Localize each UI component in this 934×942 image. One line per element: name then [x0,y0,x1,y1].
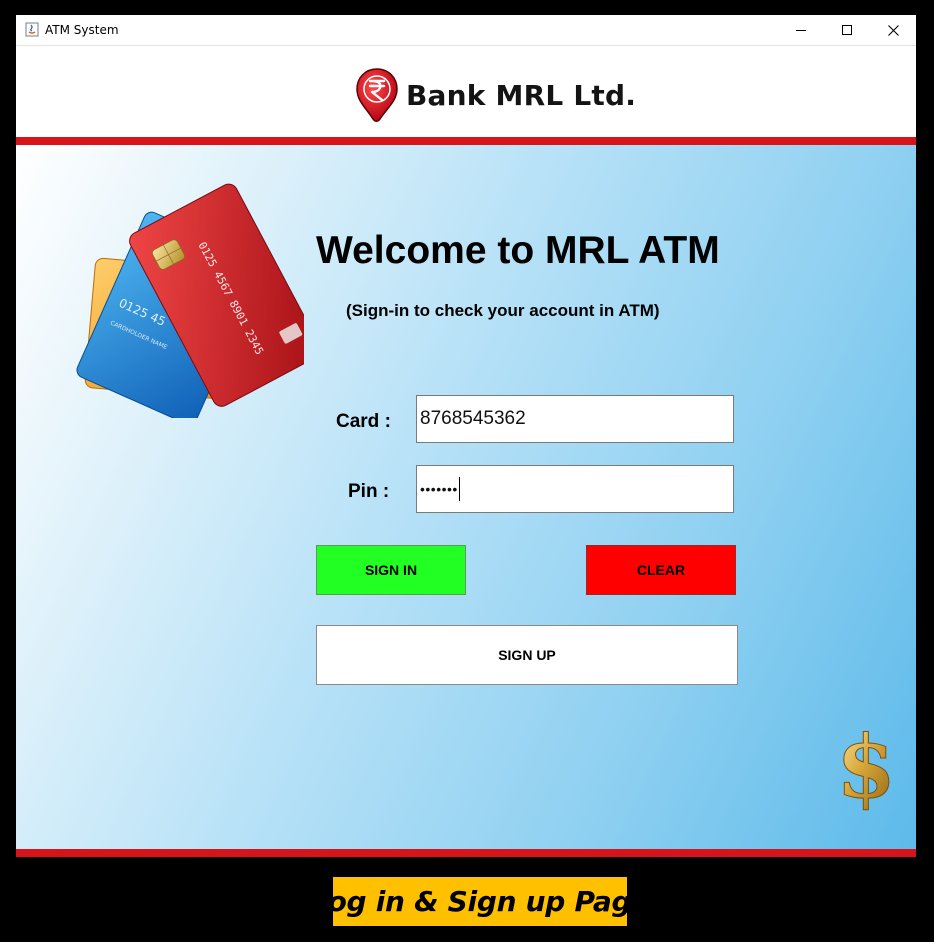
card-label: Card : [336,411,391,432]
login-panel: 0125 4 CARDHOLDER NAME 0125 45 CARDHOLDE… [16,145,916,849]
sign-in-button[interactable]: SIGN IN [316,545,466,595]
card-number-value: 8768545362 [420,408,526,429]
pin-masked-value: ••••••• [420,481,458,497]
minimize-icon [796,30,806,31]
rupee-logo-icon [356,68,398,122]
java-app-icon [25,22,39,37]
maximize-button[interactable] [824,15,870,45]
sign-up-button[interactable]: SIGN UP [316,625,738,685]
title-bar[interactable]: ATM System [16,15,916,46]
bank-header: Bank MRL Ltd. [16,46,916,137]
page-caption: Log in & Sign up Page [310,877,650,926]
close-button[interactable] [870,15,916,45]
text-caret [458,477,460,501]
header-divider [16,137,916,151]
close-icon [887,24,899,36]
welcome-subtitle: (Sign-in to check your account in ATM) [346,301,660,320]
welcome-heading: Welcome to MRL ATM [316,229,720,272]
atm-window: ATM System Bank MRL Ltd. 0125 45 CARDHOL… [16,15,916,857]
clear-button[interactable]: CLEAR [586,545,736,595]
pin-label: Pin : [348,481,390,502]
pin-password-input[interactable]: ••••••• [416,465,734,513]
window-title: ATM System [45,23,119,37]
dollar-sign-icon: $ [842,723,890,813]
minimize-button[interactable] [778,15,824,45]
credit-cards-illustration: 0125 4 CARDHOLDER NAME 0125 45 CARDHOLDE… [76,183,304,418]
svg-text:$: $ [842,723,890,813]
footer-divider [16,849,916,857]
card-number-input[interactable]: 8768545362 [416,395,734,443]
bank-brand-name: Bank MRL Ltd. [406,79,637,112]
maximize-icon [842,25,852,35]
